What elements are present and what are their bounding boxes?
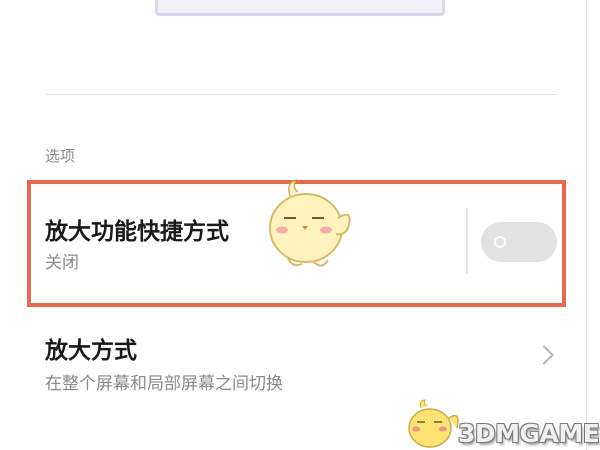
mode-title: 放大方式	[45, 338, 137, 364]
magnification-preview	[155, 0, 445, 16]
screen-edge	[586, 0, 587, 450]
section-divider	[45, 94, 556, 95]
mascot-watermark-icon	[269, 178, 351, 267]
watermark-text: 3DMGAME	[458, 419, 600, 448]
watermark-mascot-icon	[408, 399, 459, 448]
section-label-options: 选项	[45, 147, 76, 165]
mode-description: 在整个屏幕和局部屏幕之间切换	[45, 374, 283, 394]
chevron-right-icon[interactable]	[534, 345, 554, 365]
